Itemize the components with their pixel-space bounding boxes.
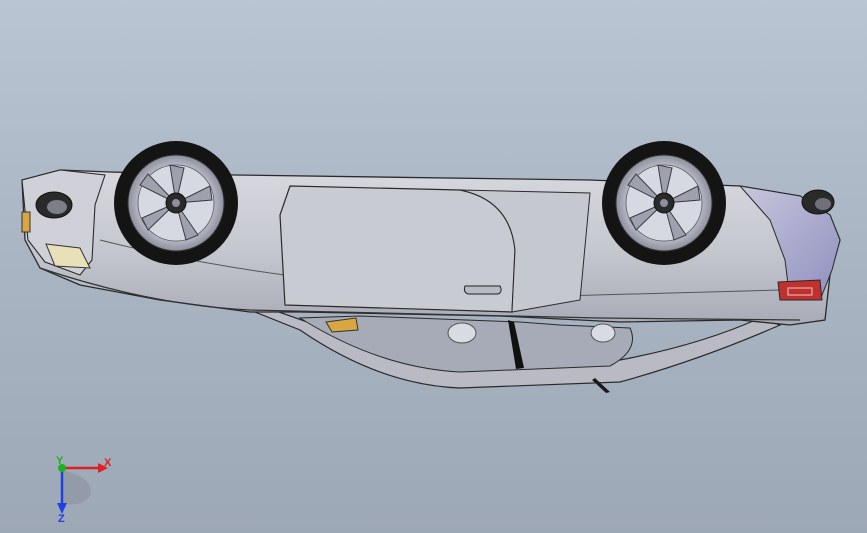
car-fog-light-lens	[47, 200, 67, 214]
car-model[interactable]	[0, 0, 867, 533]
graphics-viewport[interactable]: X Y Z	[0, 0, 867, 533]
car-exhaust-inner	[815, 198, 831, 210]
car-taillight	[777, 279, 823, 301]
car-front-plate	[21, 211, 31, 233]
front-wheel	[114, 141, 238, 265]
car-seat-rear	[590, 323, 616, 343]
z-axis-label: Z	[58, 513, 65, 523]
car-seat-front	[447, 322, 477, 344]
rear-wheel	[602, 141, 726, 265]
x-axis-label: X	[104, 457, 112, 469]
axis-triad: X Y Z	[56, 455, 112, 523]
y-axis-label: Y	[56, 455, 64, 467]
triad-shadow	[62, 470, 91, 505]
car-door-handle	[463, 285, 502, 295]
